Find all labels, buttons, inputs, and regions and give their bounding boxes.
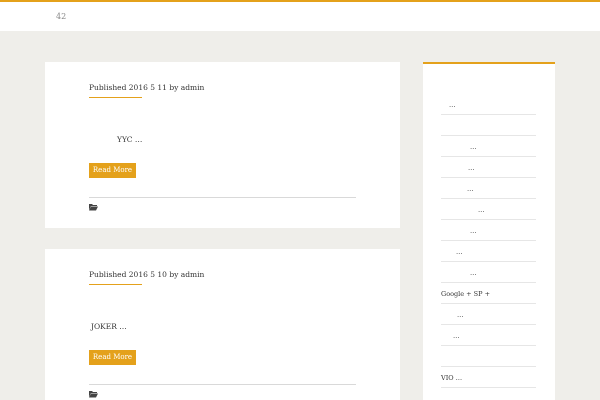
sidebar-widget: … … … … … … … … Google + SP + … … VIO … … xyxy=(423,62,555,400)
post-divider xyxy=(89,197,356,198)
sidebar-link[interactable]: … xyxy=(441,136,536,157)
sidebar-link[interactable]: Google + SP + xyxy=(441,283,536,304)
sidebar-link[interactable]: … xyxy=(441,304,536,325)
sidebar-link[interactable] xyxy=(441,346,536,367)
sidebar-link[interactable]: … xyxy=(441,241,536,262)
post-excerpt: YYC … xyxy=(117,135,143,144)
post-meta: Published 2016 5 10 by admin xyxy=(89,270,205,279)
sidebar-link[interactable]: … xyxy=(441,325,536,346)
post-meta: Published 2016 5 11 by admin xyxy=(89,83,205,92)
read-more-button[interactable]: Read More xyxy=(89,350,136,365)
sidebar-link[interactable]: … xyxy=(441,94,536,115)
sidebar-link[interactable]: … xyxy=(441,220,536,241)
folder-open-icon[interactable] xyxy=(89,203,98,211)
post-divider xyxy=(89,384,356,385)
meta-underline xyxy=(89,284,142,285)
post-card: Published 2016 5 10 by admin JOKER … Rea… xyxy=(45,249,400,400)
top-header-bar: 42 xyxy=(0,0,600,31)
read-more-button[interactable]: Read More xyxy=(89,163,136,178)
sidebar-link[interactable]: … xyxy=(441,262,536,283)
folder-open-icon[interactable] xyxy=(89,390,98,398)
post-card: Published 2016 5 11 by admin YYC … Read … xyxy=(45,62,400,228)
sidebar-link[interactable]: … xyxy=(441,157,536,178)
sidebar-link[interactable] xyxy=(441,115,536,136)
sidebar-link[interactable]: … xyxy=(441,178,536,199)
sidebar-link[interactable]: … xyxy=(441,199,536,220)
post-excerpt: JOKER … xyxy=(91,322,127,331)
header-number: 42 xyxy=(56,12,67,21)
meta-underline xyxy=(89,97,142,98)
sidebar-link[interactable]: VIO … xyxy=(441,367,536,388)
sidebar-link[interactable]: … xyxy=(441,388,536,400)
